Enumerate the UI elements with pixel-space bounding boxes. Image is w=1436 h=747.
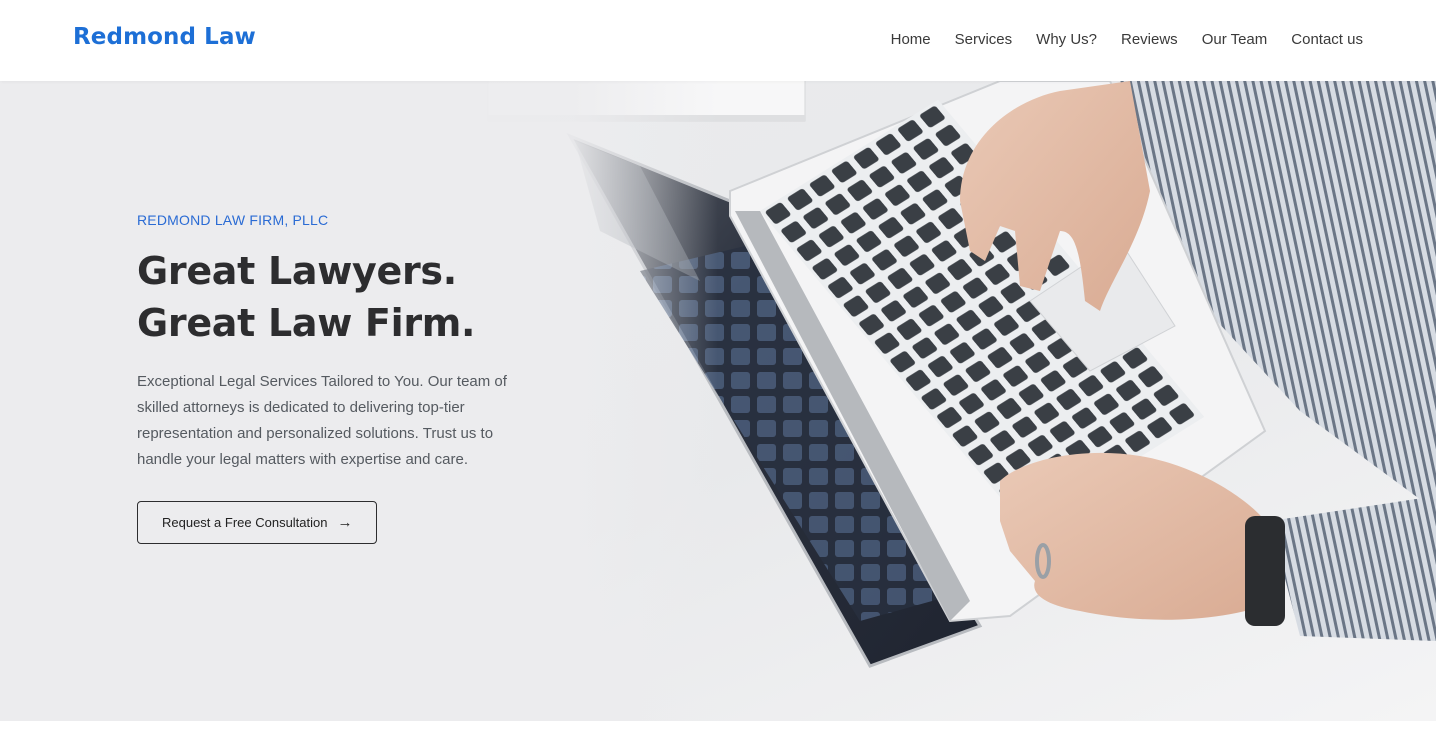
nav-reviews[interactable]: Reviews <box>1121 31 1178 48</box>
hero-description: Exceptional Legal Services Tailored to Y… <box>137 373 507 468</box>
site-logo[interactable]: Redmond Law <box>73 24 256 50</box>
nav-why-us[interactable]: Why Us? <box>1036 31 1097 48</box>
nav-our-team[interactable]: Our Team <box>1202 31 1268 48</box>
headline-line-1: Great Lawyers. <box>137 249 457 293</box>
nav-home[interactable]: Home <box>891 31 931 48</box>
arrow-right-icon: → <box>337 514 353 531</box>
main-nav: Home Services Why Us? Reviews Our Team C… <box>867 31 1363 48</box>
request-consultation-button[interactable]: Request a Free Consultation → <box>137 501 378 544</box>
nav-services[interactable]: Services <box>955 31 1013 48</box>
page-bottom-strip <box>0 721 1436 747</box>
hero-section: REDMOND LAW FIRM, PLLC Great Lawyers. Gr… <box>0 81 1436 721</box>
hero-headline: Great Lawyers. Great Law Firm. <box>137 245 517 349</box>
site-header: Redmond Law Home Services Why Us? Review… <box>0 0 1436 81</box>
cta-label: Request a Free Consultation <box>162 515 328 530</box>
nav-contact-us[interactable]: Contact us <box>1291 31 1363 48</box>
headline-line-2: Great Law Firm. <box>137 301 476 345</box>
hero-eyebrow: REDMOND LAW FIRM, PLLC <box>137 212 329 228</box>
hero-content: REDMOND LAW FIRM, PLLC Great Lawyers. Gr… <box>137 211 517 544</box>
